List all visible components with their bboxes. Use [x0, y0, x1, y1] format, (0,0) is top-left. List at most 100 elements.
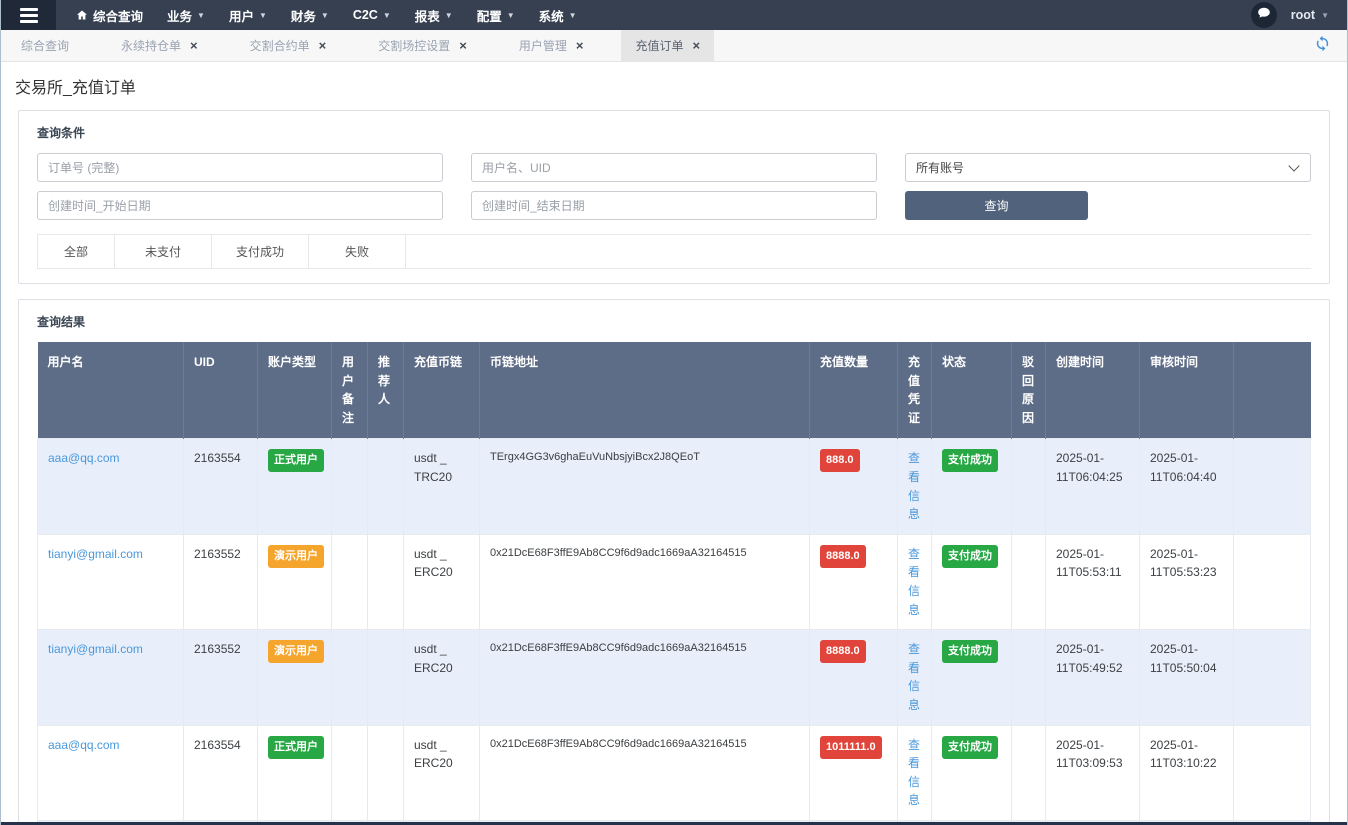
- cell-created-at: 2025-01-11T05:53:11: [1045, 533, 1140, 631]
- nav-item-system[interactable]: 系统 ▼: [539, 6, 577, 25]
- cell-amount: 888.0: [809, 438, 898, 535]
- results-panel-title: 查询结果: [37, 315, 86, 329]
- cell-created-at: 2025-01-11T03:09:53: [1045, 724, 1140, 821]
- nav-item-label: 财务: [290, 9, 316, 24]
- chevron-down-icon: ▼: [506, 11, 515, 20]
- username-link[interactable]: aaa@qq.com: [48, 738, 120, 752]
- tab-label: 充值订单: [635, 39, 684, 53]
- search-button[interactable]: 查询: [905, 191, 1088, 220]
- col-referrer: 推荐人: [367, 342, 404, 439]
- cell-address: 0x21DcE68F3ffE9Ab8CC9f6d9adc1669aA321645…: [479, 629, 810, 726]
- view-info-link[interactable]: 查看信息: [908, 738, 920, 808]
- refresh-icon: [1314, 35, 1331, 57]
- tab-label: 永续持仓单: [121, 39, 182, 53]
- filter-paid-success[interactable]: 支付成功: [212, 235, 309, 268]
- col-user-note: 用户备注: [331, 342, 368, 439]
- tab-label: 交割场控设置: [378, 39, 451, 53]
- user-name: root: [1290, 8, 1316, 22]
- chat-bubble-icon: [1257, 6, 1271, 25]
- cell-amount: 8888.0: [809, 629, 898, 726]
- cell-status: 支付成功: [931, 724, 1012, 821]
- filter-unpaid[interactable]: 未支付: [115, 235, 212, 268]
- user-menu[interactable]: root ▼: [1291, 8, 1329, 22]
- app-window: 综合查询 业务 ▼ 用户 ▼ 财务 ▼ C2C ▼ 报表 ▼ 配置 ▼ 系统 ▼…: [0, 0, 1348, 825]
- page-title: 交易所_充值订单: [15, 80, 136, 97]
- tab-user-management[interactable]: 用户管理 ×: [505, 30, 598, 61]
- query-panel-title: 查询条件: [37, 126, 86, 140]
- nav-item-config[interactable]: 配置 ▼: [477, 6, 515, 25]
- username-link[interactable]: aaa@qq.com: [48, 451, 120, 465]
- sidebar-toggle-button[interactable]: [1, 0, 56, 30]
- account-select[interactable]: 所有账号: [905, 153, 1311, 182]
- nav-item-label: 配置: [476, 9, 502, 24]
- account-type-badge: 演示用户: [268, 640, 324, 664]
- nav-item-overview[interactable]: 综合查询: [76, 6, 143, 25]
- nav-item-c2c[interactable]: C2C ▼: [353, 8, 391, 22]
- tab-overview[interactable]: 综合查询: [7, 30, 83, 61]
- close-icon[interactable]: ×: [319, 39, 327, 52]
- status-badge: 支付成功: [942, 544, 998, 568]
- cell-created-at: 2025-01-11T05:49:52: [1045, 629, 1140, 726]
- tab-perpetual-positions[interactable]: 永续持仓单 ×: [107, 30, 212, 61]
- order-no-input[interactable]: [37, 153, 443, 182]
- filter-failed[interactable]: 失败: [309, 235, 406, 268]
- close-icon[interactable]: ×: [692, 39, 700, 52]
- nav-item-label: 报表: [414, 9, 440, 24]
- top-navbar: 综合查询 业务 ▼ 用户 ▼ 财务 ▼ C2C ▼ 报表 ▼ 配置 ▼ 系统 ▼…: [1, 0, 1347, 30]
- cell-amount: 1011111.0: [809, 724, 898, 821]
- cell-referrer: [367, 438, 404, 535]
- start-date-input[interactable]: [37, 191, 443, 220]
- filter-all[interactable]: 全部: [37, 235, 115, 268]
- table-header-row: 用户名 UID 账户类型 用户备注 推荐人 充值币链 币链地址 充值数量 充值凭…: [37, 342, 1311, 439]
- table-row: tianyi@gmail.com 2163552 演示用户 usdt _ ERC…: [37, 629, 1311, 726]
- close-icon[interactable]: ×: [459, 39, 467, 52]
- cell-user-note: [331, 533, 368, 631]
- table-body: aaa@qq.com 2163554 正式用户 usdt _ TRC20 TEr…: [37, 438, 1311, 825]
- cell-address: 0x21DcE68F3ffE9Ab8CC9f6d9adc1669aA321645…: [479, 724, 810, 821]
- nav-item-label: 用户: [228, 9, 254, 24]
- cell-user-note: [331, 724, 368, 821]
- search-button-cell: 查询: [905, 191, 1311, 220]
- nav-item-finance[interactable]: 财务 ▼: [291, 6, 329, 25]
- messages-button[interactable]: [1250, 2, 1277, 28]
- col-status: 状态: [931, 342, 1012, 439]
- tab-label: 交割合约单: [249, 39, 310, 53]
- cell-reject-reason: [1011, 629, 1046, 726]
- cell-uid: 2163554: [183, 438, 258, 535]
- cell-actions: [1233, 724, 1311, 821]
- table-row: aaa@qq.com 2163554 正式用户 usdt _ ERC20 0x2…: [37, 724, 1311, 821]
- nav-item-reports[interactable]: 报表 ▼: [415, 6, 453, 25]
- chevron-down-icon: ▼: [444, 11, 453, 20]
- amount-badge: 8888.0: [820, 640, 866, 664]
- view-info-link[interactable]: 查看信息: [908, 547, 920, 617]
- cell-account-type: 正式用户: [257, 438, 332, 535]
- table-row: aaa@qq.com 2163554 正式用户 usdt _ TRC20 TEr…: [37, 438, 1311, 535]
- status-filter-tabs: 全部 未支付 支付成功 失败: [37, 234, 1311, 269]
- username-uid-input[interactable]: [471, 153, 877, 182]
- tab-delivery-contracts[interactable]: 交割合约单 ×: [236, 30, 341, 61]
- close-icon[interactable]: ×: [190, 39, 198, 52]
- col-address: 币链地址: [479, 342, 810, 439]
- close-icon[interactable]: ×: [576, 39, 584, 52]
- cell-actions: [1233, 438, 1311, 535]
- tab-recharge-orders[interactable]: 充值订单 ×: [621, 30, 715, 61]
- nav-item-label: 综合查询: [93, 9, 144, 24]
- end-date-input[interactable]: [471, 191, 877, 220]
- amount-badge: 888.0: [820, 449, 860, 473]
- cell-username: tianyi@gmail.com: [37, 629, 184, 726]
- refresh-button[interactable]: [1314, 30, 1347, 61]
- tab-delivery-control[interactable]: 交割场控设置 ×: [364, 30, 481, 61]
- username-link[interactable]: tianyi@gmail.com: [48, 547, 143, 561]
- col-actions: [1233, 342, 1311, 439]
- cell-audited-at: 2025-01-11T05:50:04: [1139, 629, 1234, 726]
- chevron-down-icon: ▼: [568, 11, 577, 20]
- nav-item-users[interactable]: 用户 ▼: [229, 6, 267, 25]
- account-type-badge: 正式用户: [268, 735, 324, 759]
- nav-item-business[interactable]: 业务 ▼: [167, 6, 205, 25]
- view-info-link[interactable]: 查看信息: [908, 642, 920, 712]
- view-info-link[interactable]: 查看信息: [908, 451, 920, 521]
- col-created-at: 创建时间: [1045, 342, 1140, 439]
- cell-address: 0x21DcE68F3ffE9Ab8CC9f6d9adc1669aA321645…: [479, 533, 810, 631]
- cell-user-note: [331, 629, 368, 726]
- username-link[interactable]: tianyi@gmail.com: [48, 642, 143, 656]
